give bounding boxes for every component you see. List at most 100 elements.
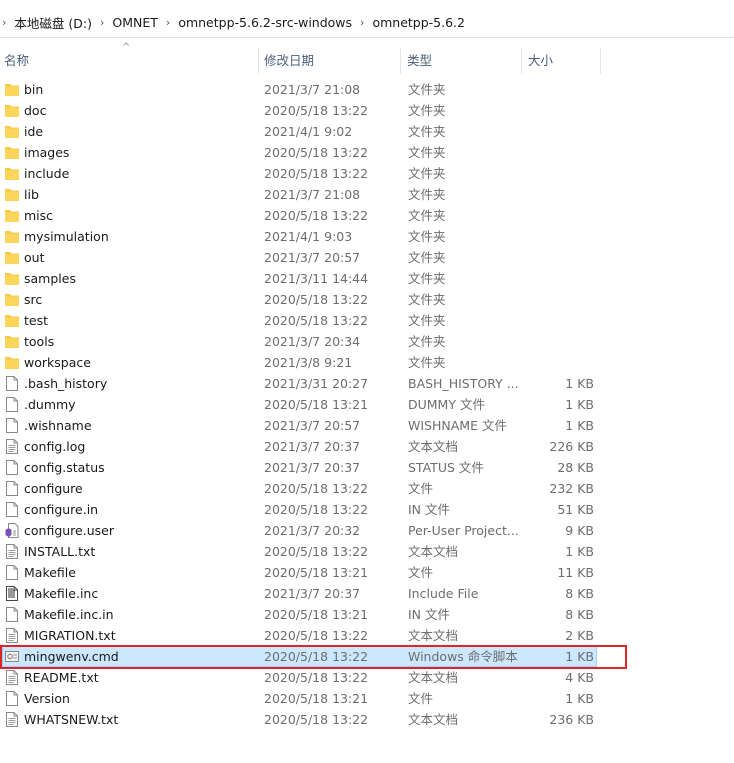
folder-icon (5, 103, 19, 118)
file-row[interactable]: doc 2020/5/18 13:22 文件夹 (0, 100, 734, 121)
file-row[interactable]: Makefile.inc 2021/3/7 20:37 Include File 8 … (0, 583, 734, 604)
folder-icon (5, 334, 19, 349)
folder-icon (5, 229, 19, 244)
file-row[interactable]: test 2020/5/18 13:22 文件夹 (0, 310, 734, 331)
column-header-type[interactable]: 类型 (403, 44, 521, 78)
file-date: 2021/3/7 20:37 (264, 439, 361, 454)
file-row[interactable]: configure.in 2020/5/18 13:22 IN 文件 51 KB (0, 499, 734, 520)
file-name: .wishname (24, 418, 92, 433)
file-size (520, 331, 594, 352)
file-name: src (24, 292, 43, 307)
file-type: 文本文档 (408, 712, 459, 727)
file-date: 2020/5/18 13:22 (264, 103, 369, 118)
file-size (520, 310, 594, 331)
file-row[interactable]: tools 2021/3/7 20:34 文件夹 (0, 331, 734, 352)
chevron-right-icon[interactable]: › (158, 16, 178, 29)
file-row[interactable]: README.txt 2020/5/18 13:22 文本文档 4 KB (0, 667, 734, 688)
folder-icon (5, 166, 19, 181)
breadcrumb-item-drive[interactable]: 本地磁盘 (D:) (14, 13, 92, 32)
file-name: configure (24, 481, 83, 496)
file-type: 文件夹 (408, 166, 446, 181)
text-file-icon (5, 544, 19, 559)
file-type: 文件夹 (408, 124, 446, 139)
folder-icon (5, 124, 19, 139)
column-divider[interactable] (400, 48, 401, 74)
file-name: samples (24, 271, 76, 286)
file-row[interactable]: configure 2020/5/18 13:22 文件 232 KB (0, 478, 734, 499)
file-name: test (24, 313, 49, 328)
breadcrumb-item-src-windows[interactable]: omnetpp-5.6.2-src-windows (178, 15, 352, 30)
file-size (520, 184, 594, 205)
file-name: workspace (24, 355, 91, 370)
file-icon (5, 565, 19, 580)
chevron-right-icon[interactable]: › (0, 16, 14, 29)
file-row[interactable]: Makefile.inc.in 2020/5/18 13:21 IN 文件 8 KB (0, 604, 734, 625)
file-row[interactable]: WHATSNEW.txt 2020/5/18 13:22 文本文档 236 KB (0, 709, 734, 730)
file-name: Makefile (24, 565, 76, 580)
file-date: 2021/3/8 9:21 (264, 355, 353, 370)
file-date: 2020/5/18 13:22 (264, 712, 369, 727)
file-row[interactable]: Version 2020/5/18 13:21 文件 1 KB (0, 688, 734, 709)
file-icon (5, 418, 19, 433)
file-size: 1 KB (565, 397, 594, 412)
file-name: Makefile.inc (24, 586, 99, 601)
file-row[interactable]: config.log 2021/3/7 20:37 文本文档 226 KB (0, 436, 734, 457)
file-size: 11 KB (557, 565, 594, 580)
file-row[interactable]: images 2020/5/18 13:22 文件夹 (0, 142, 734, 163)
file-type: Per-User Project... (408, 523, 519, 538)
column-header: ^ 名称 修改日期 类型 大小 (0, 42, 734, 78)
file-size: 8 KB (565, 586, 594, 601)
file-type: 文件 (408, 565, 434, 580)
file-type: 文件 (408, 691, 434, 706)
file-row[interactable]: workspace 2021/3/8 9:21 文件夹 (0, 352, 734, 373)
column-header-date[interactable]: 修改日期 (260, 44, 400, 78)
file-row[interactable]: out 2021/3/7 20:57 文件夹 (0, 247, 734, 268)
file-name: Makefile.inc.in (24, 607, 114, 622)
file-type: 文件夹 (408, 250, 446, 265)
file-type: 文件夹 (408, 271, 446, 286)
file-name: MIGRATION.txt (24, 628, 116, 643)
file-date: 2020/5/18 13:21 (264, 565, 369, 580)
file-name: out (24, 250, 45, 265)
file-row[interactable]: ide 2021/4/1 9:02 文件夹 (0, 121, 734, 142)
file-size (520, 163, 594, 184)
file-size: 4 KB (565, 670, 594, 685)
file-row[interactable]: .dummy 2020/5/18 13:21 DUMMY 文件 1 KB (0, 394, 734, 415)
file-row[interactable]: MIGRATION.txt 2020/5/18 13:22 文本文档 2 KB (0, 625, 734, 646)
breadcrumb-item-current[interactable]: omnetpp-5.6.2 (372, 15, 465, 30)
column-divider[interactable] (258, 48, 259, 74)
file-row[interactable]: src 2020/5/18 13:22 文件夹 (0, 289, 734, 310)
file-row[interactable]: include 2020/5/18 13:22 文件夹 (0, 163, 734, 184)
file-row[interactable]: configure.user 2021/3/7 20:32 Per-User Pro… (0, 520, 734, 541)
file-type: BASH_HISTORY ... (408, 376, 519, 391)
file-row[interactable]: INSTALL.txt 2020/5/18 13:22 文本文档 1 KB (0, 541, 734, 562)
file-row[interactable]: mysimulation 2021/4/1 9:03 文件夹 (0, 226, 734, 247)
file-name: include (24, 166, 70, 181)
breadcrumb-item-omnet[interactable]: OMNET (112, 15, 158, 30)
file-name: .bash_history (24, 376, 108, 391)
file-name: config.log (24, 439, 86, 454)
file-type: 文件夹 (408, 208, 446, 223)
file-name: .dummy (24, 397, 76, 412)
chevron-right-icon[interactable]: › (92, 16, 112, 29)
file-name: bin (24, 82, 44, 97)
file-name: images (24, 145, 70, 160)
file-row[interactable]: Makefile 2020/5/18 13:21 文件 11 KB (0, 562, 734, 583)
file-row[interactable]: misc 2020/5/18 13:22 文件夹 (0, 205, 734, 226)
file-icon (5, 502, 19, 517)
column-divider[interactable] (521, 48, 522, 74)
file-type: Include File (408, 586, 479, 601)
column-divider[interactable] (600, 48, 601, 74)
file-name: misc (24, 208, 54, 223)
file-row[interactable]: config.status 2021/3/7 20:37 STATUS 文件 28 K… (0, 457, 734, 478)
column-header-size[interactable]: 大小 (524, 44, 600, 78)
chevron-right-icon[interactable]: › (352, 16, 372, 29)
file-type: 文件夹 (408, 229, 446, 244)
file-row[interactable]: bin 2021/3/7 21:08 文件夹 (0, 79, 734, 100)
file-row[interactable]: .bash_history 2021/3/31 20:27 BASH_HISTORY… (0, 373, 734, 394)
column-header-name[interactable]: 名称 (0, 44, 258, 78)
file-row[interactable]: samples 2021/3/11 14:44 文件夹 (0, 268, 734, 289)
file-row[interactable]: lib 2021/3/7 21:08 文件夹 (0, 184, 734, 205)
file-type: 文件夹 (408, 334, 446, 349)
file-row[interactable]: .wishname 2021/3/7 20:57 WISHNAME 文件 1 KB (0, 415, 734, 436)
